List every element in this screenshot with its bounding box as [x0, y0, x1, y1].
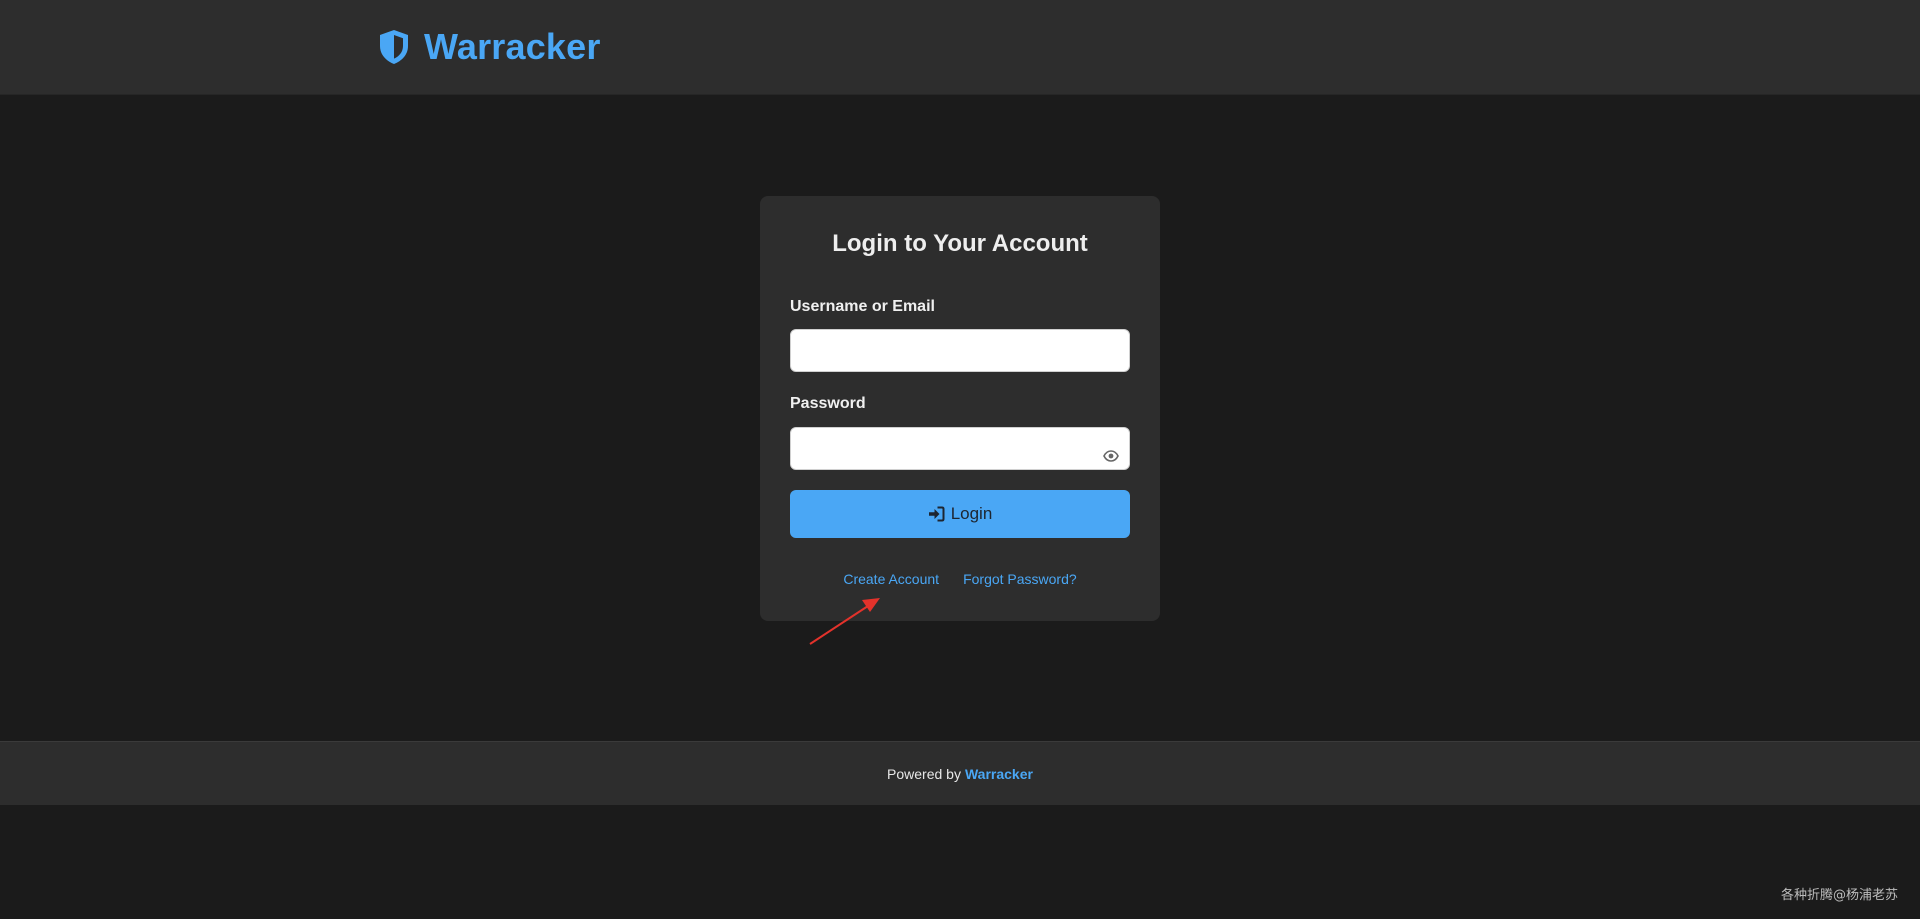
page-footer: Powered by Warracker	[0, 741, 1920, 805]
password-label: Password	[790, 395, 866, 412]
powered-by-text: Powered by	[887, 765, 961, 782]
password-input[interactable]	[790, 427, 1130, 470]
top-header: Warracker	[0, 0, 1920, 95]
username-label: Username or Email	[790, 298, 935, 315]
eye-icon	[1103, 449, 1119, 467]
brand-name: Warracker	[424, 26, 601, 67]
login-button[interactable]: Login	[790, 490, 1130, 538]
login-title: Login to Your Account	[832, 230, 1088, 257]
login-button-label: Login	[950, 504, 993, 523]
watermark: 各种折腾@杨浦老苏	[1780, 888, 1898, 903]
create-account-link[interactable]: Create Account	[843, 571, 939, 587]
password-visibility-toggle[interactable]	[1098, 445, 1124, 471]
shield-icon	[378, 29, 410, 65]
sign-in-icon	[928, 506, 945, 522]
auth-links: Create Account Forgot Password?	[760, 571, 1160, 587]
brand-logo-link[interactable]: Warracker	[378, 26, 601, 68]
forgot-password-link[interactable]: Forgot Password?	[963, 571, 1077, 587]
login-card: Login to Your Account Username or Email …	[760, 196, 1160, 621]
footer-brand-link[interactable]: Warracker	[965, 766, 1033, 782]
username-input[interactable]	[790, 329, 1130, 372]
